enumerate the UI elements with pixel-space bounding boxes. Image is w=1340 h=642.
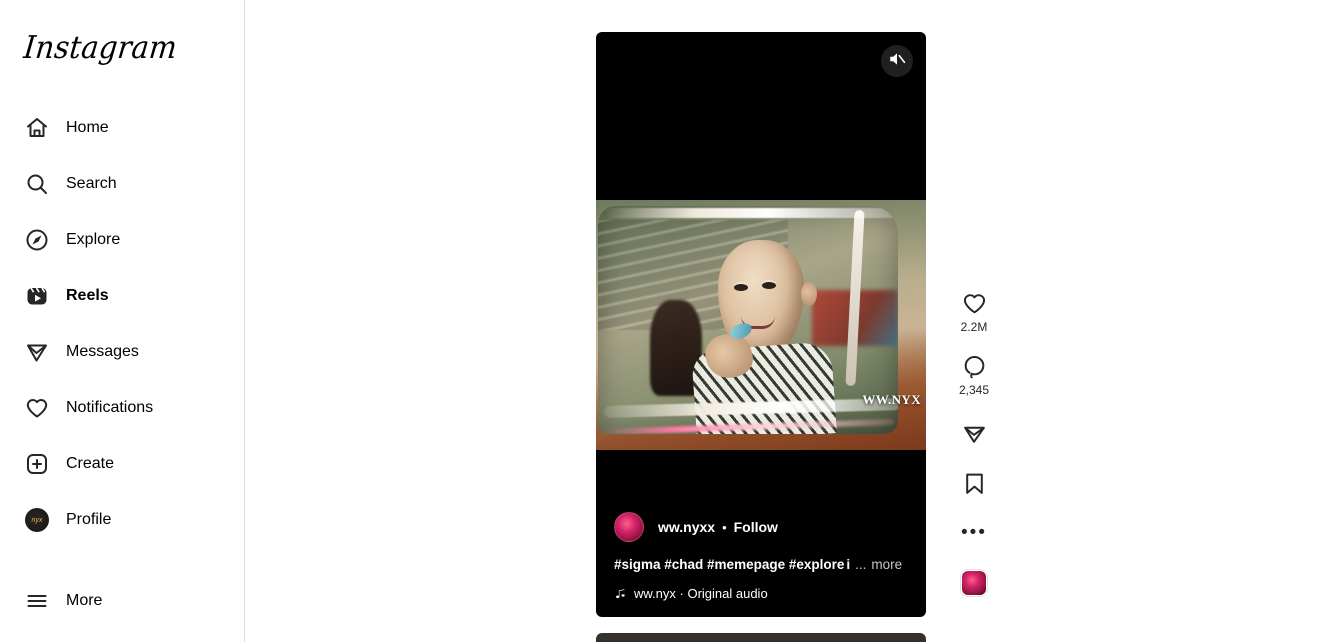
search-icon [24, 171, 50, 197]
share-button[interactable] [961, 420, 987, 446]
mute-toggle-button[interactable] [881, 45, 913, 77]
video-subject-eye-right [762, 282, 776, 289]
reel-video[interactable]: WW.NYX [596, 200, 926, 450]
plus-square-icon [24, 451, 50, 477]
main-content: WW.NYX ww.nyxx • Follow #sigma #chad #me… [245, 0, 1340, 642]
sidebar-item-label: More [66, 592, 103, 609]
sidebar-item-reels[interactable]: Reels [0, 274, 221, 318]
sidebar-item-explore[interactable]: Explore [0, 218, 221, 262]
reels-icon [24, 283, 50, 309]
caption-more-button[interactable]: more [871, 557, 902, 572]
sidebar-item-label: Explore [66, 231, 121, 248]
hamburger-menu-icon [24, 588, 50, 614]
reels-feed: WW.NYX ww.nyxx • Follow #sigma #chad #me… [596, 32, 926, 642]
heart-icon [961, 290, 987, 316]
sidebar-item-profile[interactable]: nyx Profile [0, 498, 221, 542]
sidebar-item-notifications[interactable]: Notifications [0, 386, 221, 430]
sidebar-item-messages[interactable]: Messages [0, 330, 221, 374]
like-count: 2.2M [960, 320, 988, 334]
caption-truncated-char: i [846, 557, 851, 572]
avatar-icon: nyx [24, 507, 50, 533]
sidebar-item-create[interactable]: Create [0, 442, 221, 486]
sidebar: Instagram Home Search Explore Reels Mess… [0, 0, 245, 642]
reel-audio-row[interactable]: ww.nyx · Original audio [614, 586, 908, 601]
compass-icon [24, 227, 50, 253]
comment-button[interactable]: 2,345 [959, 353, 989, 396]
video-window-trim-top [606, 208, 898, 218]
reel-username[interactable]: ww.nyxx [658, 519, 715, 535]
music-note-icon [614, 587, 627, 600]
sidebar-item-label: Reels [66, 287, 109, 304]
bookmark-icon [961, 470, 987, 496]
sidebar-item-search[interactable]: Search [0, 162, 221, 206]
caption-hashtags[interactable]: #sigma #chad #memepage #explore [614, 557, 844, 572]
avatar[interactable] [614, 512, 644, 542]
heart-icon [24, 395, 50, 421]
separator-dot: • [722, 519, 727, 535]
sidebar-nav-list: Home Search Explore Reels Messages Notif… [0, 106, 245, 554]
video-watermark: WW.NYX [862, 392, 921, 407]
instagram-logo[interactable]: Instagram [22, 29, 179, 66]
reel-audio-label: ww.nyx · Original audio [634, 586, 768, 601]
video-subject-ear [801, 282, 817, 306]
reel-info-overlay: ww.nyxx • Follow #sigma #chad #memepage … [596, 497, 926, 617]
sidebar-more-section: More [0, 579, 245, 635]
sidebar-item-label: Home [66, 119, 109, 136]
audio-cover-thumbnail[interactable] [961, 570, 987, 596]
sidebar-item-label: Create [66, 455, 115, 472]
reel-action-rail: 2.2M 2,345 ••• [951, 290, 997, 596]
sidebar-item-label: Notifications [66, 399, 154, 416]
video-subject-eye-left [734, 284, 748, 291]
like-button[interactable]: 2.2M [960, 290, 988, 334]
paper-plane-icon [24, 339, 50, 365]
ellipsis-icon: ••• [961, 522, 987, 543]
sidebar-item-label: Search [66, 175, 117, 192]
video-window [598, 206, 898, 434]
speaker-muted-icon [888, 50, 906, 73]
reel-card[interactable]: WW.NYX ww.nyxx • Follow #sigma #chad #me… [596, 32, 926, 617]
comment-count: 2,345 [958, 383, 990, 397]
caption-ellipsis: ... [855, 557, 867, 572]
comment-icon [961, 353, 987, 379]
follow-button[interactable]: Follow [734, 519, 778, 535]
home-icon [24, 115, 50, 141]
sidebar-item-more[interactable]: More [0, 579, 221, 623]
sidebar-item-label: Messages [66, 343, 139, 360]
reel-caption: #sigma #chad #memepage #explore i ... mo… [614, 557, 908, 572]
next-reel-preview[interactable] [596, 633, 926, 642]
paper-plane-icon [961, 420, 987, 446]
reel-user-row: ww.nyxx • Follow [614, 511, 908, 543]
sidebar-item-home[interactable]: Home [0, 106, 221, 150]
instagram-reels-page: Instagram Home Search Explore Reels Mess… [0, 0, 1340, 642]
profile-avatar-image: nyx [25, 508, 49, 532]
sidebar-item-label: Profile [66, 511, 112, 528]
more-options-button[interactable]: ••• [961, 520, 987, 546]
save-button[interactable] [961, 470, 987, 496]
